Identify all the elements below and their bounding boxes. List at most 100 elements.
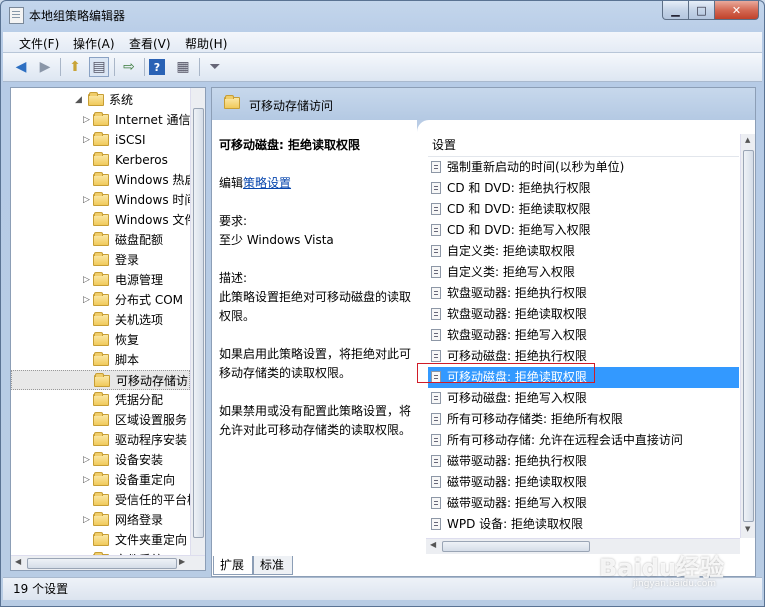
- tree-item[interactable]: 受信任的平台模: [11, 490, 190, 510]
- policy-setting-row[interactable]: 可移动磁盘: 拒绝执行权限: [428, 346, 739, 367]
- policy-setting-row[interactable]: 自定义类: 拒绝写入权限: [428, 262, 739, 283]
- list-scroll-left-icon[interactable]: ◀: [430, 540, 436, 549]
- close-button[interactable]: ✕: [715, 1, 759, 20]
- tree-item[interactable]: 凭据分配: [11, 390, 190, 410]
- minimize-button[interactable]: ▁: [662, 1, 689, 20]
- enable-text: 如果启用此策略设置，将拒绝对此可移动存储类的读取权限。: [219, 347, 412, 380]
- tree-item[interactable]: 登录: [11, 250, 190, 270]
- forward-icon[interactable]: ▶: [35, 57, 55, 77]
- tree-vscroll-thumb[interactable]: [193, 108, 204, 538]
- expand-arrow-icon[interactable]: ▷: [83, 270, 90, 290]
- policy-setting-row[interactable]: WPD 设备: 拒绝读取权限: [428, 514, 739, 535]
- tree-item[interactable]: ▷ 网络登录: [11, 510, 190, 530]
- show-tree-icon[interactable]: ▤: [89, 57, 109, 77]
- tree-item-label: 恢复: [115, 333, 140, 347]
- expand-arrow-icon[interactable]: ▷: [83, 190, 90, 210]
- export-list-icon[interactable]: ⇨: [119, 57, 139, 77]
- list-vscroll[interactable]: ▲ ▼: [740, 134, 755, 538]
- maximize-button[interactable]: □: [689, 1, 715, 20]
- policy-setting-row[interactable]: 磁带驱动器: 拒绝读取权限: [428, 472, 739, 493]
- properties-icon[interactable]: ▦: [173, 57, 193, 77]
- scroll-up-icon[interactable]: ▲: [745, 136, 750, 144]
- tree-item[interactable]: Windows 热启: [11, 170, 190, 190]
- scroll-right-icon[interactable]: ▶: [179, 557, 185, 566]
- tab-extended[interactable]: 扩展: [213, 556, 253, 575]
- policy-title: 可移动磁盘: 拒绝读取权限: [219, 138, 360, 152]
- policy-setting-label: 磁带驱动器: 拒绝读取权限: [447, 475, 587, 489]
- tree-item[interactable]: 区域设置服务: [11, 410, 190, 430]
- policy-setting-label: 所有可移动存储类: 拒绝所有权限: [447, 412, 623, 426]
- folder-icon: [93, 512, 109, 526]
- settings-list: 设置 强制重新启动的时间(以秒为单位) CD 和 DVD: 拒绝执行权限 CD 和 …: [426, 134, 741, 554]
- tree-item[interactable]: ◢ 系统: [11, 90, 190, 110]
- tree-item[interactable]: 脚本: [11, 350, 190, 370]
- back-icon[interactable]: ◀: [11, 57, 31, 77]
- policy-setting-row[interactable]: 可移动磁盘: 拒绝写入权限: [428, 388, 739, 409]
- policy-setting-row[interactable]: 软盘驱动器: 拒绝执行权限: [428, 283, 739, 304]
- collapse-arrow-icon[interactable]: ◢: [75, 90, 82, 110]
- policy-setting-label: 所有可移动存储: 允许在远程会话中直接访问: [447, 433, 683, 447]
- tree-item[interactable]: Windows 文件: [11, 210, 190, 230]
- tree-item[interactable]: ▷ Windows 时间: [11, 190, 190, 210]
- tree-vscroll[interactable]: [190, 88, 205, 555]
- tab-standard[interactable]: 标准: [253, 556, 293, 575]
- policy-setting-row[interactable]: 所有可移动存储: 允许在远程会话中直接访问: [428, 430, 739, 451]
- tree-item-label: 凭据分配: [115, 393, 164, 407]
- scroll-down-icon[interactable]: ▼: [745, 525, 750, 533]
- tree-item[interactable]: ▷ 分布式 COM: [11, 290, 190, 310]
- tree-item[interactable]: Kerberos: [11, 150, 190, 170]
- tree-item[interactable]: 文件夹重定向: [11, 530, 190, 550]
- tree-item[interactable]: 驱动程序安装: [11, 430, 190, 450]
- expand-arrow-icon[interactable]: ▷: [83, 470, 90, 490]
- policy-setting-row[interactable]: 软盘驱动器: 拒绝读取权限: [428, 304, 739, 325]
- expand-arrow-icon[interactable]: ▷: [83, 110, 90, 130]
- tree-item[interactable]: ▷ 设备重定向: [11, 470, 190, 490]
- tree-item-label: 电源管理: [115, 273, 164, 287]
- tree-item[interactable]: 可移动存储访问: [11, 370, 190, 390]
- filter-icon[interactable]: ⏷: [205, 57, 225, 77]
- tree-item[interactable]: ▷ 设备安装: [11, 450, 190, 470]
- policy-setting-row[interactable]: CD 和 DVD: 拒绝读取权限: [428, 199, 739, 220]
- policy-setting-label: 可移动磁盘: 拒绝读取权限: [447, 370, 587, 384]
- policy-setting-row[interactable]: 可移动磁盘: 拒绝读取权限: [428, 367, 739, 388]
- title-bar[interactable]: 本地组策略编辑器 ▁ □ ✕: [1, 1, 764, 29]
- column-header-setting[interactable]: 设置: [428, 134, 739, 157]
- list-hscroll-thumb[interactable]: [442, 541, 590, 552]
- folder-icon: [93, 172, 109, 186]
- policy-setting-icon: [431, 161, 441, 173]
- menu-help[interactable]: 帮助(H): [185, 35, 227, 52]
- policy-setting-row[interactable]: 软盘驱动器: 拒绝写入权限: [428, 325, 739, 346]
- tree-item[interactable]: ▷ 电源管理: [11, 270, 190, 290]
- up-folder-icon[interactable]: ⬆: [65, 57, 85, 77]
- policy-setting-row[interactable]: 强制重新启动的时间(以秒为单位): [428, 157, 739, 178]
- tree-item[interactable]: 恢复: [11, 330, 190, 350]
- policy-setting-row[interactable]: 磁带驱动器: 拒绝执行权限: [428, 451, 739, 472]
- tree-item[interactable]: ▷ iSCSI: [11, 130, 190, 150]
- folder-icon: [93, 312, 109, 326]
- help-icon[interactable]: ?: [149, 59, 165, 75]
- scroll-left-icon[interactable]: ◀: [15, 557, 21, 566]
- list-vscroll-thumb[interactable]: [743, 150, 754, 522]
- menu-action[interactable]: 操作(A): [73, 35, 115, 52]
- expand-arrow-icon[interactable]: ▷: [83, 510, 90, 530]
- tree-hscroll[interactable]: ◀ ▶: [11, 555, 205, 570]
- expand-arrow-icon[interactable]: ▷: [83, 290, 90, 310]
- tree-item-label: 关机选项: [115, 313, 164, 327]
- menu-view[interactable]: 查看(V): [129, 35, 171, 52]
- tree-item[interactable]: 磁盘配额: [11, 230, 190, 250]
- policy-setting-row[interactable]: 磁带驱动器: 拒绝写入权限: [428, 493, 739, 514]
- menu-file[interactable]: 文件(F): [19, 35, 59, 52]
- policy-setting-row[interactable]: 自定义类: 拒绝读取权限: [428, 241, 739, 262]
- policy-setting-icon: [431, 245, 441, 257]
- tree-hscroll-thumb[interactable]: [27, 558, 177, 569]
- tree-item[interactable]: 关机选项: [11, 310, 190, 330]
- policy-setting-row[interactable]: 所有可移动存储类: 拒绝所有权限: [428, 409, 739, 430]
- folder-icon: [93, 212, 109, 226]
- edit-policy-link[interactable]: 策略设置: [243, 176, 291, 190]
- policy-setting-row[interactable]: CD 和 DVD: 拒绝写入权限: [428, 220, 739, 241]
- tree-item[interactable]: ▷ Internet 通信: [11, 110, 190, 130]
- policy-setting-row[interactable]: CD 和 DVD: 拒绝执行权限: [428, 178, 739, 199]
- policy-setting-label: 可移动磁盘: 拒绝写入权限: [447, 391, 587, 405]
- expand-arrow-icon[interactable]: ▷: [83, 450, 90, 470]
- expand-arrow-icon[interactable]: ▷: [83, 130, 90, 150]
